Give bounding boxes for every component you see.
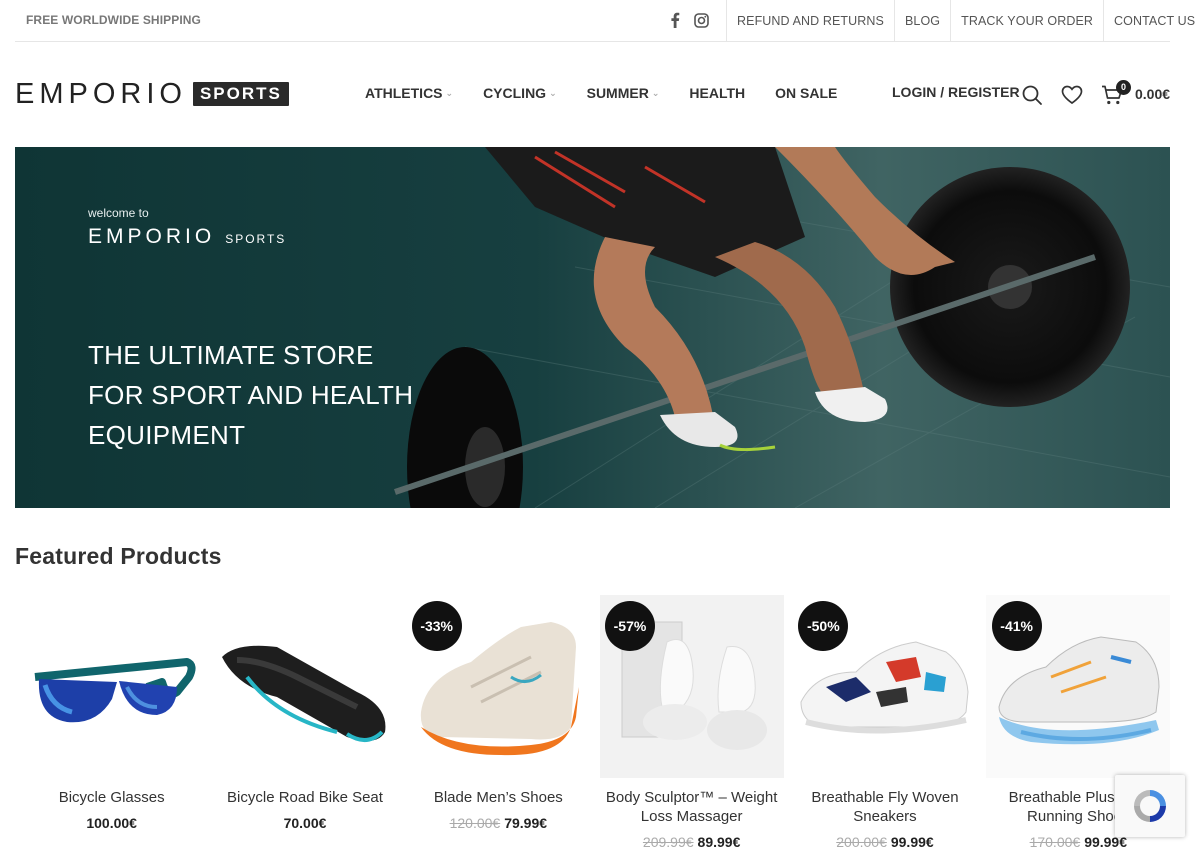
sale-badge: -57%: [604, 601, 655, 651]
current-price: 70.00€: [283, 815, 327, 831]
logo-word: EMPORIO: [15, 78, 187, 110]
hero-logo: EMPORIO SPORTS: [88, 225, 286, 249]
featured-products-grid: Bicycle Glasses 100.00€ Bicycle Road Bik…: [15, 595, 1175, 850]
cart-count-badge: 0: [1116, 80, 1131, 95]
old-price: 209.99€: [642, 834, 694, 850]
current-price: 100.00€: [86, 815, 137, 831]
chevron-down-icon: ⌄: [549, 87, 557, 98]
product-price: 100.00€: [15, 815, 208, 831]
product-image[interactable]: [20, 595, 204, 778]
product-card[interactable]: Bicycle Road Bike Seat 70.00€: [208, 595, 401, 850]
sale-badge: -33%: [411, 601, 462, 651]
sale-badge: -50%: [798, 601, 849, 651]
hero-tagline: THE ULTIMATE STORE FOR SPORT AND HEALTH …: [88, 335, 488, 455]
tagline-line: FOR SPORT AND HEALTH: [88, 380, 414, 410]
nav-cycling[interactable]: CYCLING ⌄: [483, 85, 557, 101]
wishlist-heart-icon[interactable]: [1061, 84, 1083, 106]
old-price: 170.00€: [1029, 834, 1081, 850]
product-price: 70.00€: [208, 815, 401, 831]
top-bar: FREE WORLDWIDE SHIPPING REFUND AND RETUR…: [15, 0, 1195, 42]
bike-seat-icon: [222, 645, 386, 742]
nav-on-sale[interactable]: ON SALE: [775, 85, 837, 101]
site-logo[interactable]: EMPORIO SPORTS: [15, 78, 289, 110]
refund-returns-link[interactable]: REFUND AND RETURNS: [727, 0, 895, 41]
product-name[interactable]: Blade Men’s Shoes: [402, 788, 595, 807]
product-price: 200.00€ 99.99€: [788, 834, 981, 850]
nav-label: ON SALE: [775, 85, 838, 101]
product-image[interactable]: [213, 595, 397, 778]
featured-products-title: Featured Products: [15, 543, 222, 569]
shipping-notice: FREE WORLDWIDE SHIPPING: [26, 13, 201, 27]
chevron-down-icon: ⌄: [445, 87, 454, 98]
product-price: 209.99€ 89.99€: [595, 834, 788, 850]
current-price: 99.99€: [890, 834, 934, 850]
sunglasses-icon: [34, 657, 196, 722]
product-card[interactable]: Bicycle Glasses 100.00€: [15, 595, 208, 850]
old-price: 200.00€: [836, 834, 887, 850]
product-card[interactable]: -33% Blade Men’s Shoes 120.00€ 79.99€: [402, 595, 595, 850]
sale-badge: -41%: [991, 601, 1042, 651]
top-links: REFUND AND RETURNS BLOG TRACK YOUR ORDER…: [726, 0, 1200, 41]
nav-label: CYCLING: [483, 85, 547, 101]
facebook-icon[interactable]: [667, 10, 683, 30]
blog-link[interactable]: BLOG: [895, 0, 952, 41]
login-register-link[interactable]: LOGIN / REGISTER: [892, 84, 1020, 106]
product-name[interactable]: Bicycle Road Bike Seat: [208, 788, 401, 807]
nav-label: HEALTH: [689, 85, 746, 101]
logo-badge: SPORTS: [192, 82, 289, 106]
product-name[interactable]: Body Sculptor™ – Weight Loss Massager: [595, 788, 788, 826]
old-price: 120.00€: [449, 815, 501, 831]
recaptcha-icon: [1134, 790, 1166, 822]
hero-welcome-text: welcome to: [88, 206, 149, 220]
current-price: 79.99€: [504, 815, 548, 831]
contact-us-link[interactable]: CONTACT US: [1104, 0, 1200, 41]
main-nav: ATHLETICS ⌄ CYCLING ⌄ SUMMER ⌄ HEALTH ON SA…: [365, 85, 867, 101]
nav-athletics[interactable]: ATHLETICS ⌄: [365, 85, 453, 101]
cart-total[interactable]: 0.00€: [1135, 86, 1170, 102]
instagram-icon[interactable]: [693, 10, 709, 30]
hero-logo-sub: SPORTS: [225, 232, 287, 246]
product-name[interactable]: Breathable Fly Woven Sneakers: [788, 788, 981, 826]
track-order-link[interactable]: TRACK YOUR ORDER: [951, 0, 1105, 41]
recaptcha-badge[interactable]: [1115, 775, 1185, 837]
nav-summer[interactable]: SUMMER ⌄: [587, 85, 660, 101]
nav-label: SUMMER: [586, 85, 649, 101]
social-links: [667, 10, 709, 30]
hero-logo-word: EMPORIO: [88, 225, 216, 248]
nav-label: ATHLETICS: [365, 85, 443, 101]
product-card[interactable]: -57% Body Sculptor™ – Weight Loss Massag…: [595, 595, 788, 850]
chevron-down-icon: ⌄: [651, 87, 660, 98]
search-icon[interactable]: [1021, 84, 1043, 106]
tagline-line: THE ULTIMATE STORE: [88, 340, 374, 370]
tagline-line: EQUIPMENT: [88, 420, 246, 450]
product-name[interactable]: Bicycle Glasses: [15, 788, 208, 807]
product-price: 120.00€ 79.99€: [402, 815, 595, 831]
hero-banner[interactable]: welcome to EMPORIO SPORTS THE ULTIMATE S…: [15, 147, 1170, 508]
current-price: 89.99€: [697, 834, 741, 850]
product-card[interactable]: -50% Breathable Fly Woven Sneakers 200.0…: [788, 595, 981, 850]
nav-health[interactable]: HEALTH: [689, 85, 745, 101]
